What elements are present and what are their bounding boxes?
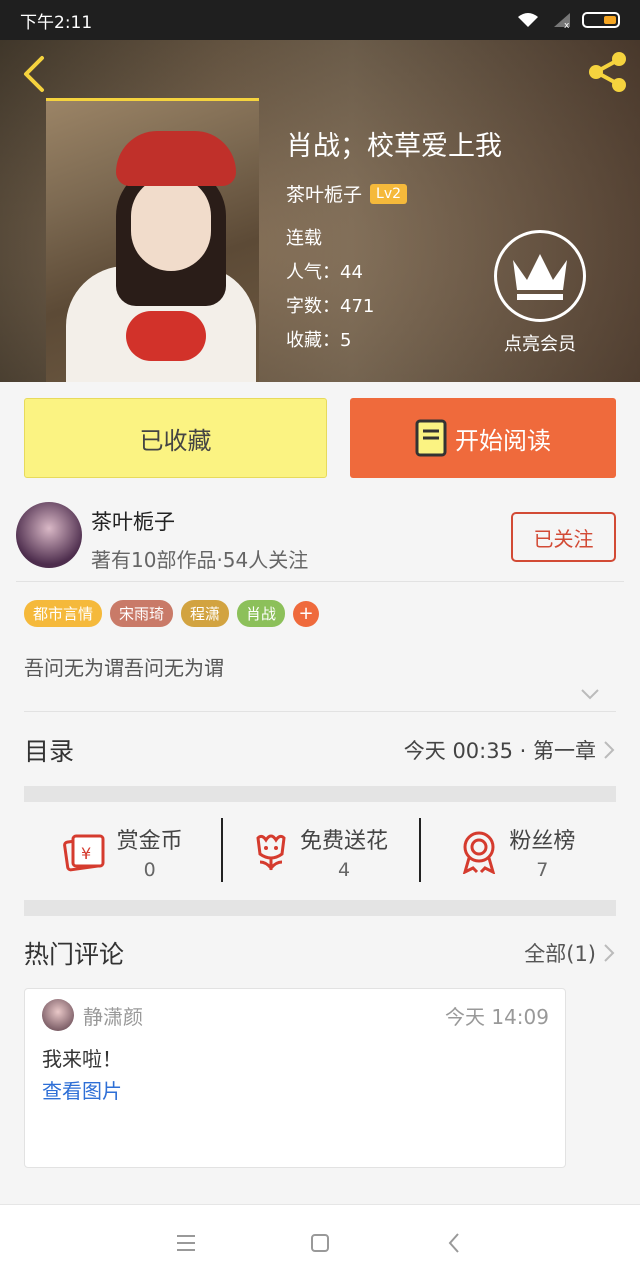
fan-ranking-button[interactable]: 粉丝榜 7 xyxy=(418,804,616,900)
book-header: 肖战；校草爱上我 茶叶栀子 Lv2 连载 人气：44 字数：471 收藏：5 点… xyxy=(0,40,640,382)
section-separator xyxy=(24,786,616,802)
red-envelope-icon: ¥ xyxy=(62,834,105,872)
start-reading-button[interactable]: 开始阅读 xyxy=(350,398,616,478)
send-flowers-button[interactable]: 免费送花 4 xyxy=(221,804,418,900)
author-name[interactable]: 茶叶栀子 xyxy=(91,506,175,536)
book-author-row: 茶叶栀子 Lv2 xyxy=(286,180,408,207)
follow-label: 已关注 xyxy=(533,526,594,551)
book-title: 肖战；校草爱上我 xyxy=(286,131,502,162)
table-of-contents-row[interactable]: 目录 今天 00:35 · 第一章 xyxy=(24,712,616,788)
home-icon[interactable] xyxy=(305,1228,335,1258)
stat-value: 0 xyxy=(143,859,156,881)
comments-title: 热门评论 xyxy=(24,940,125,969)
tag-item[interactable]: 宋雨琦 xyxy=(110,600,174,627)
crown-icon xyxy=(513,254,567,300)
book-favorites: 收藏：5 xyxy=(286,330,352,351)
wifi-icon xyxy=(518,13,538,27)
add-tag-button[interactable]: + xyxy=(293,600,320,627)
book-popularity: 人气：44 xyxy=(286,262,363,283)
vip-button[interactable]: 点亮会员 xyxy=(490,230,590,356)
author-stats: 著有10部作品·54人关注 xyxy=(91,548,309,572)
menu-icon[interactable] xyxy=(171,1228,201,1258)
status-time: 下午2:11 xyxy=(20,12,93,33)
stat-label: 粉丝榜 xyxy=(509,829,576,854)
book-summary: 吾问无为谓吾问无为谓 xyxy=(24,656,224,680)
tag-item[interactable]: 程潇 xyxy=(181,600,230,627)
share-icon[interactable] xyxy=(584,50,630,94)
svg-text:x: x xyxy=(564,21,570,29)
book-cover[interactable] xyxy=(46,98,259,382)
chevron-down-icon[interactable] xyxy=(578,684,602,704)
svg-text:¥: ¥ xyxy=(81,844,91,863)
stat-label: 赏金币 xyxy=(116,829,183,854)
book-icon xyxy=(415,419,447,457)
book-status: 连载 xyxy=(286,228,322,249)
latest-chapter: 今天 00:35 · 第一章 xyxy=(403,739,596,763)
chevron-right-icon xyxy=(604,741,615,759)
system-nav-bar xyxy=(0,1204,640,1280)
signal-icon: x xyxy=(554,13,570,29)
battery-icon xyxy=(582,12,620,28)
book-author[interactable]: 茶叶栀子 xyxy=(286,180,362,207)
ribbon-badge-icon xyxy=(463,831,496,874)
comments-header: 热门评论 全部(1) xyxy=(24,924,616,982)
view-image-link[interactable]: 查看图片 xyxy=(42,1075,122,1104)
book-word-count: 字数：471 xyxy=(286,296,375,317)
all-comments-link[interactable]: 全部(1) xyxy=(524,938,616,968)
tag-list: 都市言情 宋雨琦 程潇 肖战 + xyxy=(24,600,320,627)
stat-label: 免费送花 xyxy=(299,829,388,854)
author-section: 茶叶栀子 著有10部作品·54人关注 已关注 xyxy=(16,498,624,582)
flower-icon xyxy=(256,834,286,871)
status-bar: 下午2:11 x xyxy=(0,0,640,40)
back-icon[interactable] xyxy=(439,1228,469,1258)
favorite-label: 已收藏 xyxy=(139,426,212,455)
vip-circle xyxy=(494,230,586,322)
back-arrow-icon[interactable] xyxy=(16,54,52,94)
stats-row: ¥ 赏金币 0 免费送花 4 粉丝榜 7 xyxy=(24,804,616,900)
level-badge: Lv2 xyxy=(370,183,408,204)
tag-item[interactable]: 都市言情 xyxy=(24,600,103,627)
comment-card[interactable]: 静潇颜 今天 14:09 我来啦！ 查看图片 xyxy=(24,988,566,1168)
avatar[interactable] xyxy=(16,502,82,568)
stat-value: 7 xyxy=(536,859,549,881)
toc-title: 目录 xyxy=(24,737,75,766)
avatar[interactable] xyxy=(42,999,74,1031)
comment-text: 我来啦！ xyxy=(42,1047,122,1071)
start-reading-label: 开始阅读 xyxy=(455,426,551,455)
chevron-right-icon xyxy=(604,944,615,962)
vip-label: 点亮会员 xyxy=(504,334,576,355)
section-separator xyxy=(24,900,616,916)
all-comments-label: 全部(1) xyxy=(524,942,596,966)
reward-coins-button[interactable]: ¥ 赏金币 0 xyxy=(24,804,221,900)
follow-button[interactable]: 已关注 xyxy=(511,512,616,562)
stat-value: 4 xyxy=(337,859,351,881)
comment-user[interactable]: 静潇颜 xyxy=(83,1001,143,1030)
favorite-button[interactable]: 已收藏 xyxy=(24,398,327,478)
tag-item[interactable]: 肖战 xyxy=(237,600,286,627)
comment-time: 今天 14:09 xyxy=(445,1005,549,1029)
status-icons: x xyxy=(516,11,620,29)
